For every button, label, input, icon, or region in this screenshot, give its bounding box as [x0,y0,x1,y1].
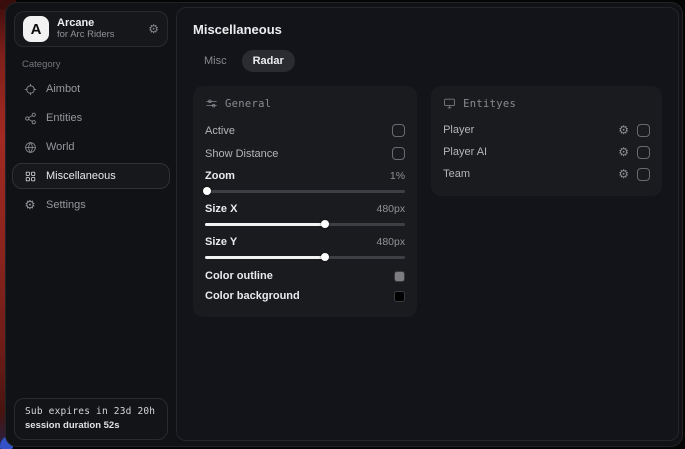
zoom-label: Zoom [205,170,235,182]
sidebar: A Arcane for Arc Riders ⚙ Category Aimbo… [6,3,176,446]
app-subtitle: for Arc Riders [57,30,140,41]
app-title: Arcane [57,17,140,30]
cards-row: General Active Show Distance Zoom 1% [193,86,662,317]
sidebar-nav: Aimbot Entities World Miscellaneous [6,76,176,218]
sidebar-item-label: Entities [46,112,82,124]
color-background-label: Color background [205,290,300,302]
gear-icon[interactable]: ⚙ [618,124,629,136]
size-x-label: Size X [205,203,237,215]
nodes-icon [23,111,37,125]
color-outline-row: Color outline [205,266,405,286]
general-card: General Active Show Distance Zoom 1% [193,86,417,317]
gear-icon[interactable]: ⚙ [618,146,629,158]
size-x-slider[interactable] [205,223,405,226]
size-x-slider-handle[interactable] [321,220,329,228]
team-label: Team [443,168,618,180]
active-row: Active [205,119,405,142]
zoom-slider-handle[interactable] [203,187,211,195]
subscription-expiry: Sub expires in 23d 20h [25,406,157,417]
entities-card-header: Entityes [443,97,650,110]
sidebar-item-label: Settings [46,199,86,211]
team-row: Team ⚙ [443,163,650,185]
zoom-slider[interactable] [205,190,405,193]
sliders-icon [205,97,218,110]
size-y-slider-handle[interactable] [321,253,329,261]
player-ai-label: Player AI [443,146,618,158]
color-outline-label: Color outline [205,270,273,282]
player-row: Player ⚙ [443,119,650,141]
globe-icon [23,140,37,154]
sidebar-item-settings[interactable]: ⚙ Settings [12,192,170,218]
color-outline-swatch[interactable] [394,271,405,282]
size-x-slider-block: Size X 480px [205,200,405,226]
sidebar-item-miscellaneous[interactable]: Miscellaneous [12,163,170,189]
sidebar-item-label: Miscellaneous [46,170,116,182]
session-duration: session duration 52s [25,420,157,431]
entities-card: Entityes Player ⚙ Player AI ⚙ Team ⚙ [431,86,662,196]
gear-icon: ⚙ [23,198,37,212]
gear-icon[interactable]: ⚙ [618,168,629,180]
sidebar-item-label: Aimbot [46,83,80,95]
subscription-box: Sub expires in 23d 20h session duration … [14,398,168,440]
logo-card: A Arcane for Arc Riders ⚙ [14,11,168,47]
color-background-row: Color background [205,286,405,306]
player-label: Player [443,124,618,136]
sidebar-item-entities[interactable]: Entities [12,105,170,131]
zoom-value: 1% [390,170,405,182]
active-label: Active [205,125,235,137]
sidebar-item-world[interactable]: World [12,134,170,160]
player-checkbox[interactable] [637,124,650,137]
general-card-header: General [205,97,405,110]
player-ai-checkbox[interactable] [637,146,650,159]
tab-bar: Misc Radar [193,50,662,72]
main-panel: Miscellaneous Misc Radar General Active … [176,7,679,441]
color-background-swatch[interactable] [394,291,405,302]
size-y-slider-block: Size Y 480px [205,233,405,259]
gear-icon[interactable]: ⚙ [148,22,159,36]
player-ai-row: Player AI ⚙ [443,141,650,163]
show-distance-row: Show Distance [205,142,405,165]
sidebar-item-label: World [46,141,75,153]
size-y-label: Size Y [205,236,237,248]
zoom-slider-block: Zoom 1% [205,167,405,193]
active-checkbox[interactable] [392,124,405,137]
sidebar-item-aimbot[interactable]: Aimbot [12,76,170,102]
category-label: Category [22,59,176,70]
page-title: Miscellaneous [193,22,662,37]
size-x-value: 480px [376,203,405,215]
app-logo: A [23,16,49,42]
monitor-icon [443,97,456,110]
tab-radar[interactable]: Radar [242,50,295,72]
size-y-slider[interactable] [205,256,405,259]
crosshair-icon [23,82,37,96]
app-window: A Arcane for Arc Riders ⚙ Category Aimbo… [5,2,683,447]
tab-misc[interactable]: Misc [193,50,238,72]
team-checkbox[interactable] [637,168,650,181]
size-y-value: 480px [376,236,405,248]
grid-icon [23,169,37,183]
show-distance-label: Show Distance [205,148,278,160]
show-distance-checkbox[interactable] [392,147,405,160]
